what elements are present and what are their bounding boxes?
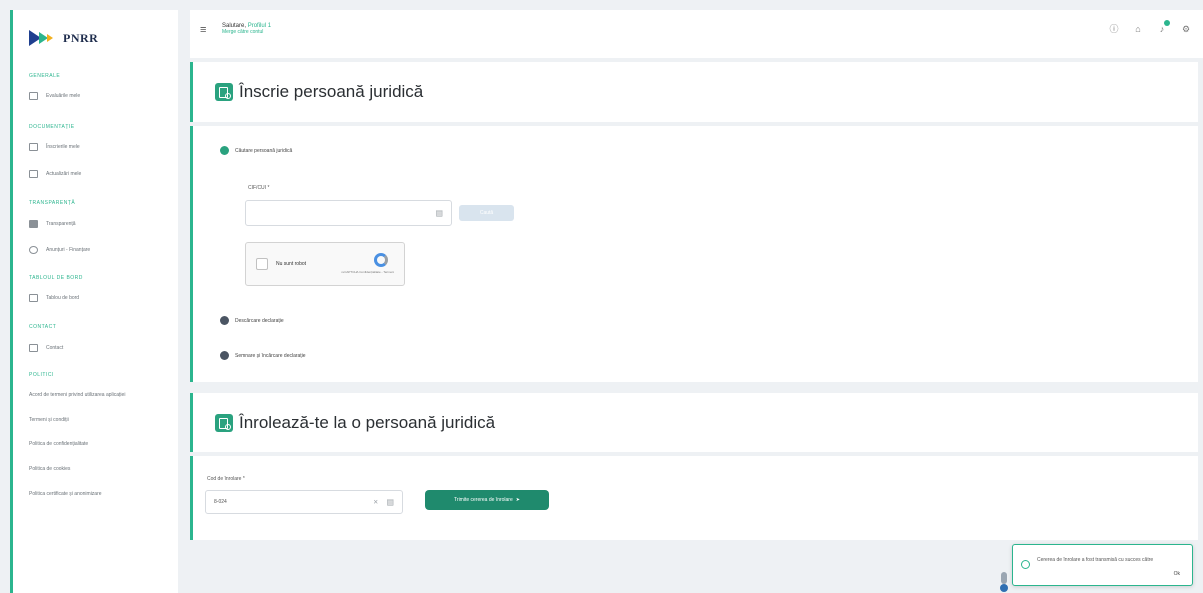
mail-icon [29, 344, 38, 352]
submit-enroll-button[interactable]: Trimite cererea de înrolare ➤ [425, 490, 549, 510]
enroll-card-header: Înrolează-te la o persoană juridică [190, 393, 1198, 452]
recaptcha-logo-icon [374, 253, 388, 267]
sidebar-item-label: Evaluările mele [46, 93, 81, 99]
policy-link-cookies[interactable]: Politica de cookies [29, 466, 70, 472]
sidebar-item-label: Anunțuri - Finanțare [46, 247, 91, 253]
sidebar-item-label: Transparență [46, 221, 76, 227]
step-icon [220, 351, 229, 360]
sidebar-section-politici: Politici [29, 372, 54, 378]
sidebar-item-label: Înscrierile mele [46, 144, 80, 150]
step-active-icon [220, 146, 229, 155]
sidebar-section-contact: Contact [29, 324, 57, 330]
enroll-company-icon [215, 414, 233, 432]
card-title: Înrolează-te la o persoană juridică [239, 413, 496, 432]
file-icon [29, 170, 38, 178]
header-actions: ⓘ ⌂ ♪ ⚙ [1109, 20, 1191, 34]
submit-enroll-label: Trimite cererea de înrolare [454, 497, 513, 503]
register-card-header: Înscrie persoană juridică [190, 62, 1198, 122]
policy-link-certificates[interactable]: Politica certificate și anonimizare [29, 491, 102, 497]
cui-input[interactable]: ▤ [245, 200, 452, 226]
step-label: Căutare persoană juridică [235, 147, 293, 154]
toast-ok-button[interactable]: Ok [1174, 571, 1180, 577]
success-icon [1021, 560, 1030, 569]
recaptcha-label: Nu sunt robot [276, 261, 307, 267]
policy-link-terms-of-use[interactable]: Acord de termeni privind utilizarea apli… [29, 392, 125, 398]
help-icon[interactable]: ⓘ [1109, 24, 1119, 34]
calendar-icon[interactable]: ▤ [386, 498, 394, 507]
register-company-icon [215, 83, 233, 101]
success-toast: Cererea de înrolare a fost transmisă cu … [1012, 544, 1193, 586]
sidebar-item-label: Actualizări mele [46, 171, 82, 177]
pnrr-logo-icon [29, 30, 59, 46]
document-icon [29, 92, 38, 100]
user-greeting: Salutare, Profilul 1 Merge către contul [222, 23, 271, 35]
search-button[interactable]: Caută [459, 205, 514, 221]
sidebar-section-documentatie: Documentație [29, 124, 75, 130]
sidebar-section-tablou: Tabloul de bord [29, 275, 83, 281]
notification-badge [1164, 20, 1170, 26]
recaptcha-widget[interactable]: Nu sunt robot reCAPTCHA Confidențialitat… [245, 242, 405, 286]
card-title: Înscrie persoană juridică [239, 82, 424, 101]
step-icon [220, 316, 229, 325]
enroll-code-input[interactable]: 8-024 × ▤ [205, 490, 403, 514]
step-search-company: Căutare persoană juridică [220, 146, 292, 155]
sidebar-item-evaluari[interactable]: Evaluările mele [29, 92, 80, 100]
step-label: Descărcare declarație [235, 317, 284, 324]
sidebar: PNRR Generale Evaluările mele Documentaț… [10, 10, 178, 593]
step-label: Semnare și încărcare declarație [235, 352, 306, 359]
sidebar-section-transparenta: Transparență [29, 200, 76, 206]
calendar-icon[interactable]: ▤ [435, 209, 443, 218]
sidebar-item-contact[interactable]: Contact [29, 344, 63, 352]
sidebar-item-transparenta[interactable]: Transparență [29, 220, 76, 228]
send-icon: ➤ [515, 497, 520, 503]
top-header: ≡ Salutare, Profilul 1 Merge către contu… [190, 10, 1203, 58]
sidebar-item-label: Contact [46, 345, 64, 351]
monitor-icon [29, 294, 38, 302]
enroll-code-value: 8-024 [214, 499, 227, 505]
policy-link-terms[interactable]: Termeni și condiții [29, 417, 69, 423]
globe-icon [29, 246, 38, 254]
user-subtitle[interactable]: Merge către contul [222, 29, 271, 36]
sidebar-item-anunturi[interactable]: Anunțuri - Finanțare [29, 246, 90, 254]
toast-message: Cererea de înrolare a fost transmisă cu … [1037, 557, 1154, 563]
step-sign-upload: Semnare și încărcare declarație [220, 351, 306, 360]
sidebar-item-tablou[interactable]: Tablou de bord [29, 294, 79, 302]
grid-icon [29, 220, 38, 228]
recaptcha-checkbox[interactable] [256, 258, 268, 270]
clear-icon[interactable]: × [373, 498, 378, 507]
scroll-to-top-icon[interactable] [1000, 584, 1008, 592]
sidebar-section-generale: Generale [29, 73, 61, 79]
home-icon[interactable]: ⌂ [1133, 24, 1143, 34]
settings-icon[interactable]: ⚙ [1181, 24, 1191, 34]
hamburger-menu-icon[interactable]: ≡ [200, 24, 206, 36]
sidebar-item-actualizari[interactable]: Actualizări mele [29, 170, 81, 178]
logo-text: PNRR [63, 30, 99, 45]
policy-link-privacy[interactable]: Politica de confidențialitate [29, 441, 88, 447]
sidebar-item-label: Tablou de bord [46, 295, 80, 301]
register-card-body: Căutare persoană juridică CIF/CUI * ▤ Ca… [190, 126, 1198, 382]
step-download-declaration: Descărcare declarație [220, 316, 284, 325]
app-logo[interactable]: PNRR [29, 30, 98, 46]
folder-icon [29, 143, 38, 151]
enroll-code-label: Cod de înrolare * [207, 476, 245, 482]
notification-icon[interactable]: ♪ [1157, 20, 1170, 34]
sidebar-item-inscrieri[interactable]: Înscrierile mele [29, 143, 80, 151]
scroll-handle[interactable] [1001, 572, 1007, 584]
enroll-card-body: Cod de înrolare * 8-024 × ▤ Trimite cere… [190, 456, 1198, 540]
cui-label: CIF/CUI * [248, 185, 270, 191]
recaptcha-brand: reCAPTCHA Confidențialitate - Termeni [341, 270, 394, 274]
